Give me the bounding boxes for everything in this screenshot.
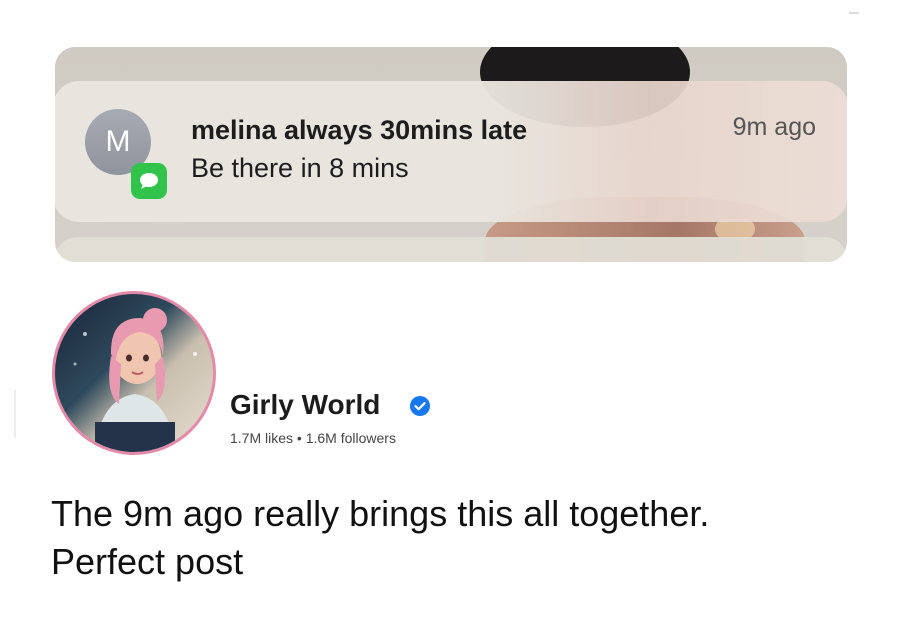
page-name[interactable]: Girly World [230,389,380,421]
messages-icon [131,163,167,199]
corner-mark [849,12,859,14]
notification-screenshot: M melina always 30mins late Be there in … [55,47,847,262]
stacked-notification[interactable] [55,237,847,262]
page-profile-picture[interactable] [52,291,216,455]
notification-banner[interactable]: M melina always 30mins late Be there in … [55,81,847,222]
message-preview: Be there in 8 mins [191,153,409,183]
post-caption: The 9m ago really brings this all togeth… [51,490,871,586]
background-photo-ring [715,219,755,239]
edge-line [14,390,16,438]
post-line-2: Perfect post [51,541,244,582]
sender-name: melina always 30mins late [191,115,528,145]
profile-illustration [55,294,213,452]
verified-badge-icon [410,396,430,416]
page-stats: 1.7M likes • 1.6M followers [230,430,396,446]
notification-time: 9m ago [732,113,816,141]
post-line-1: The 9m ago really brings this all togeth… [51,493,710,534]
